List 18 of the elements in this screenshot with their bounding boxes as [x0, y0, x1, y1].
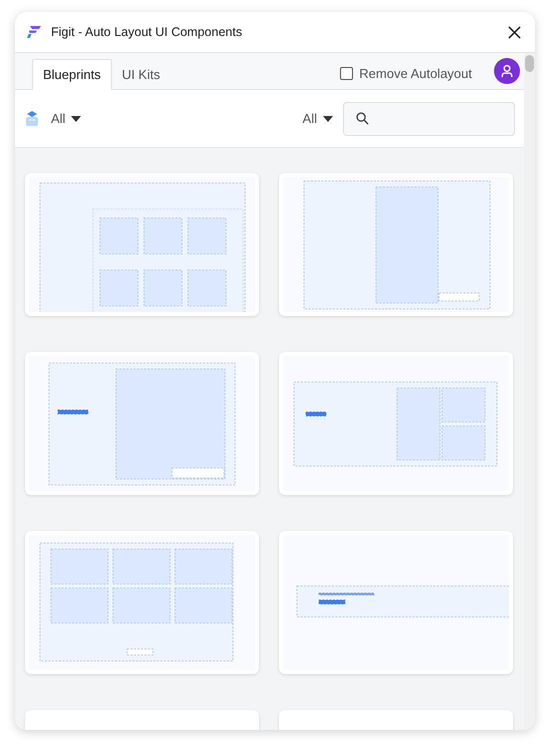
- caret-icon: [71, 116, 82, 122]
- tab[interactable]: Blueprints: [32, 59, 112, 90]
- checkbox-label: Remove Autolayout: [359, 66, 472, 80]
- window-title: Figit - Auto Layout UI Components: [51, 25, 244, 39]
- close-button[interactable]: [506, 24, 523, 40]
- search-icon: [356, 112, 369, 125]
- logo-icon: [27, 26, 41, 38]
- search-field[interactable]: [343, 102, 515, 136]
- box-stack-icon: [25, 110, 39, 126]
- scrollbar[interactable]: [524, 53, 535, 730]
- close-icon: [508, 26, 521, 38]
- caret-icon: [323, 116, 333, 122]
- user-avatar-button[interactable]: [494, 58, 520, 84]
- filter-dropdown[interactable]: All: [302, 111, 333, 126]
- user-icon: [501, 64, 513, 78]
- category-dropdown[interactable]: All: [51, 111, 82, 126]
- tab[interactable]: UI Kits: [112, 59, 170, 90]
- checkbox[interactable]: [340, 66, 354, 80]
